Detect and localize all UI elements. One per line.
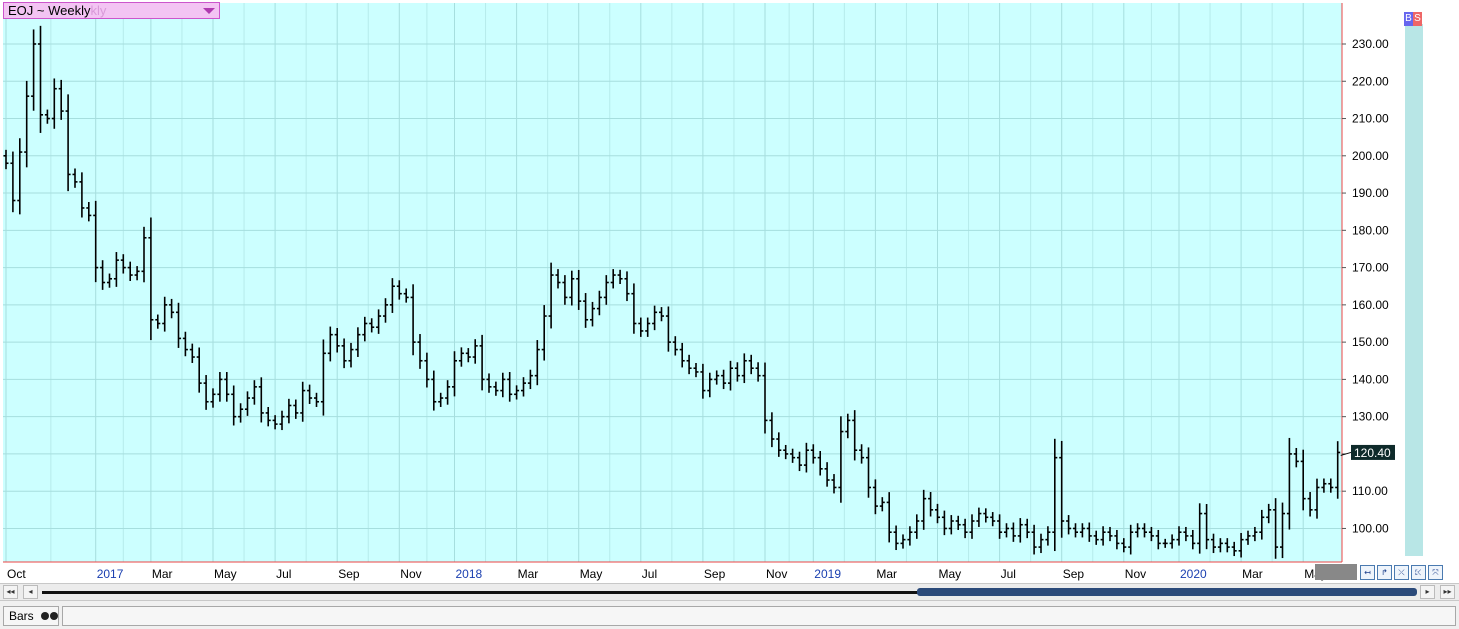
time-axis: Oct 2017 Mar May Jul Sep Nov 2018 Mar May Jul Sep No… xyxy=(7,567,1327,581)
price-tick-label: 220.00 xyxy=(1352,74,1389,88)
last-price-value: 120.40 xyxy=(1354,446,1391,460)
time-tick-label: Nov xyxy=(400,567,421,581)
chart-type-tab[interactable]: Bars xyxy=(3,606,59,626)
price-tick-label: 140.00 xyxy=(1352,372,1389,386)
time-tick-label: 2017 xyxy=(97,567,124,581)
last-price-tag: 120.40 xyxy=(1340,444,1395,460)
price-tick-label: 170.00 xyxy=(1352,261,1389,275)
time-tick-label: Jul xyxy=(276,567,291,581)
time-tick-label: Jul xyxy=(642,567,657,581)
time-tick-label: Oct xyxy=(7,567,26,581)
price-tick-label: 130.00 xyxy=(1352,410,1389,424)
price-chart[interactable]: 100.00110.00120.00130.00140.00150.00160.… xyxy=(0,0,1459,583)
symbol-label: EOJ ~ Weekly xyxy=(8,3,91,18)
nav-button-zoom-in-icon[interactable]: ⤪ xyxy=(1411,565,1426,580)
time-tick-label: Mar xyxy=(876,567,897,581)
time-tick-label: Sep xyxy=(338,567,360,581)
nav-button-jump-icon[interactable]: ↱ xyxy=(1377,565,1392,580)
time-tick-label: Mar xyxy=(518,567,539,581)
price-tick-label: 150.00 xyxy=(1352,335,1389,349)
time-tick-label: Nov xyxy=(766,567,787,581)
time-tick-label: May xyxy=(580,567,603,581)
time-tick-label: May xyxy=(214,567,237,581)
time-tick-label: Sep xyxy=(704,567,726,581)
time-tick-label: May xyxy=(939,567,962,581)
nav-button-zoom-out-icon[interactable]: ⤫ xyxy=(1394,565,1409,580)
price-tick-label: 110.00 xyxy=(1352,484,1388,498)
scroll-far-right-button[interactable]: ▸▸ xyxy=(1440,585,1455,599)
horizontal-scrollbar[interactable]: ◂◂ ◂ ▸ ▸▸ xyxy=(0,583,1459,601)
nav-button-expand-icon[interactable]: ⤧ xyxy=(1428,565,1443,580)
price-tick-label: 230.00 xyxy=(1352,37,1389,51)
time-tick-label: 2020 xyxy=(1180,567,1207,581)
sell-button[interactable]: S xyxy=(1413,12,1422,26)
bars-toggle-icon[interactable] xyxy=(41,612,59,620)
scroll-far-left-button[interactable]: ◂◂ xyxy=(3,585,18,599)
time-tick-label: Sep xyxy=(1063,567,1085,581)
chart-panel[interactable]: 100.00110.00120.00130.00140.00150.00160.… xyxy=(0,0,1459,583)
price-tick-label: 100.00 xyxy=(1352,521,1389,535)
dropdown-caret-icon[interactable] xyxy=(203,8,215,14)
time-tick-label: Mar xyxy=(1242,567,1263,581)
time-axis-end-marker xyxy=(1315,564,1357,580)
scroll-left-button[interactable]: ◂ xyxy=(23,585,38,599)
symbol-selector[interactable]: EOJ ~ Weeklykly xyxy=(3,2,220,19)
price-tick-label: 190.00 xyxy=(1352,186,1389,200)
nav-button-reset-icon[interactable]: ↤ xyxy=(1360,565,1375,580)
status-bar: Bars xyxy=(0,603,1459,629)
scroll-thumb[interactable] xyxy=(917,588,1417,596)
price-axis: 100.00110.00120.00130.00140.00150.00160.… xyxy=(1342,37,1389,535)
price-tick-label: 210.00 xyxy=(1352,112,1389,126)
plot-area xyxy=(3,3,1342,562)
time-tick-label: Nov xyxy=(1125,567,1146,581)
right-scale-strip xyxy=(1405,24,1423,556)
time-tick-label: 2019 xyxy=(814,567,841,581)
chart-type-label: Bars xyxy=(9,609,34,623)
status-message-field xyxy=(62,606,1456,626)
chart-nav-buttons: ↤ ↱ ⤫ ⤪ ⤧ xyxy=(1360,565,1443,580)
scroll-right-button[interactable]: ▸ xyxy=(1420,585,1435,599)
price-tick-label: 160.00 xyxy=(1352,298,1389,312)
time-tick-label: Mar xyxy=(152,567,173,581)
price-tick-label: 180.00 xyxy=(1352,223,1389,237)
price-tick-label: 200.00 xyxy=(1352,149,1389,163)
time-tick-label: 2018 xyxy=(456,567,483,581)
buy-button[interactable]: B xyxy=(1404,12,1413,26)
symbol-ghost-text: kly xyxy=(90,3,107,18)
time-tick-label: Jul xyxy=(1001,567,1016,581)
